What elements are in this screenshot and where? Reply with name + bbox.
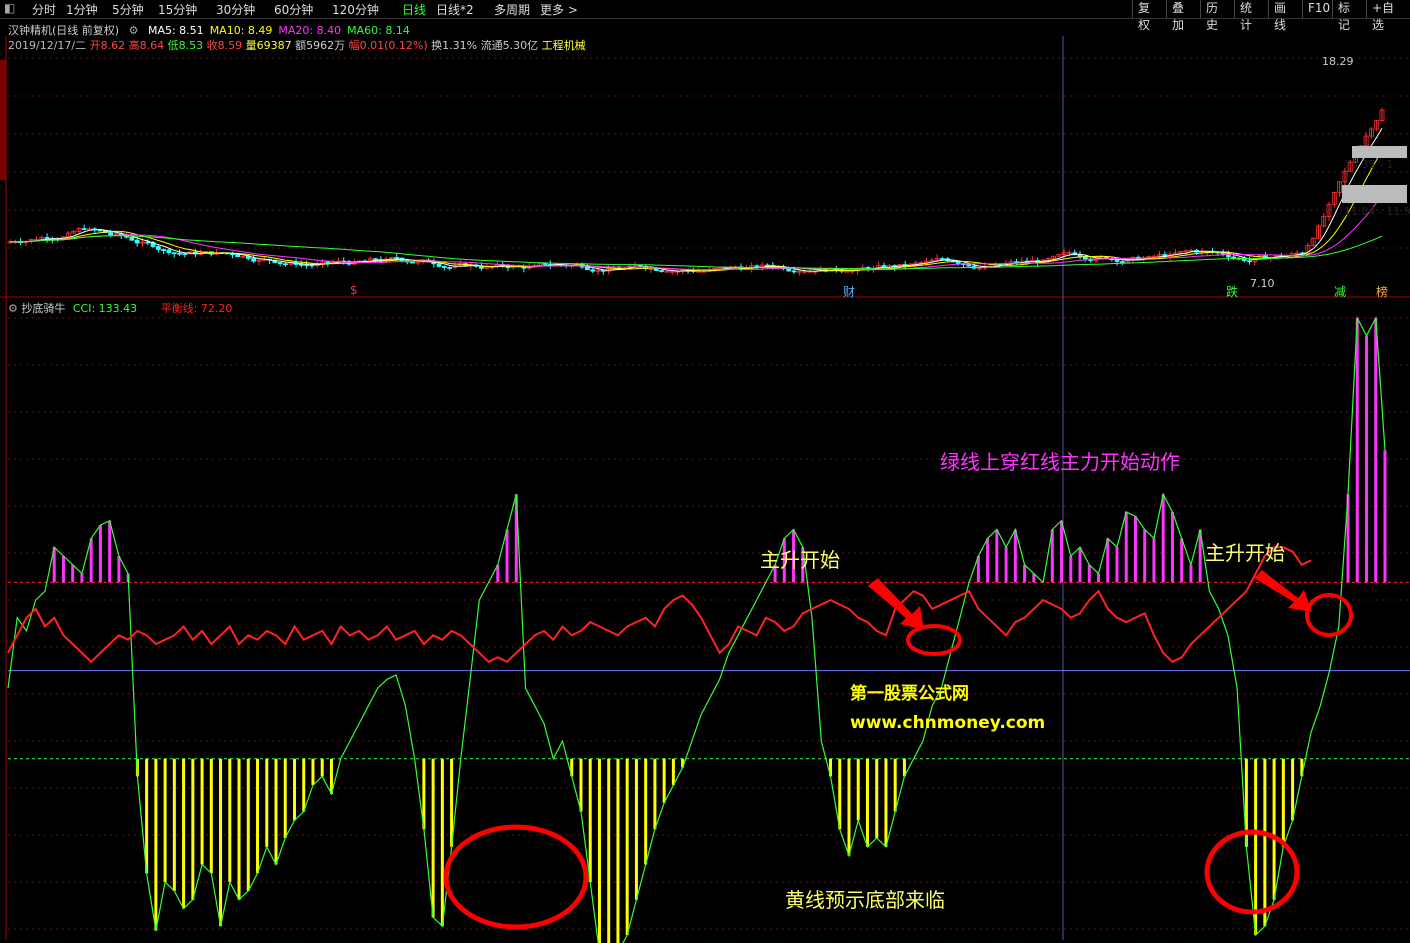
candle-body (166, 249, 172, 254)
candle-body (590, 269, 596, 272)
candle-body (653, 267, 659, 271)
price-low-label: 7.10 (1250, 277, 1275, 290)
event-marker[interactable]: 跌 (1226, 283, 1238, 300)
quote-amount: 额5962万 (295, 39, 346, 52)
annotation-arrow-1 (868, 578, 924, 630)
annotation-main-rise-1: 主升开始 (760, 548, 840, 572)
event-marker[interactable]: 榜 (1376, 283, 1388, 300)
annotation-circle-cross-2 (1305, 593, 1353, 637)
quote-high: 高8.64 (128, 39, 165, 52)
candle-body (659, 270, 664, 272)
event-marker[interactable]: $ (350, 283, 358, 297)
ma-line-20 (10, 195, 1383, 271)
quote-close: 收8.59 (206, 39, 243, 52)
candle-body (145, 241, 151, 244)
price-box-label-1: 13.35 - 1 (1344, 158, 1394, 171)
candle-body (844, 270, 850, 273)
ma-labels: MA5: 8.51 MA10: 8.49 MA20: 8.40 MA60: 8.14 (142, 24, 410, 37)
candle-body (309, 264, 315, 267)
ma-label: MA20: 8.40 (278, 24, 342, 37)
quote-volume: 量69387 (245, 39, 292, 52)
candle-body (1120, 261, 1125, 263)
quote-open: 开8.62 (89, 39, 126, 52)
settings-icon[interactable]: ⚙ (129, 24, 139, 37)
candle-body (394, 257, 400, 259)
event-marker[interactable]: 财 (843, 283, 855, 300)
indicator-header: ⚙ 抄底骑牛 CCI: 133.43 平衡线: 72.20 (8, 300, 232, 316)
candle-body (304, 264, 310, 267)
candle-body (1247, 260, 1252, 263)
price-high-label: 18.29 (1322, 55, 1354, 68)
candle-body (161, 249, 167, 251)
quote-line: 2019/12/17/二 开8.62 高8.64 低8.53 收8.59 量69… (8, 37, 586, 53)
annotation-main-rise-2: 主升开始 (1205, 541, 1285, 565)
event-marker[interactable]: 减 (1334, 283, 1346, 300)
chart-canvas (0, 36, 1410, 943)
annotation-green-cross-red: 绿线上穿红线主力开始动作 (940, 450, 1180, 474)
candle-body (81, 228, 87, 230)
annotation-yellow-bottom: 黄线预示底部来临 (785, 888, 945, 912)
candle-body (44, 237, 50, 239)
candle-body (298, 264, 304, 266)
candle-body (447, 267, 453, 269)
candle-body (441, 266, 447, 268)
candle-body (182, 253, 188, 255)
quote-change: 幅0.01(0.12%) (348, 39, 428, 52)
candle-body (171, 252, 177, 255)
watermark-cn: 第一股票公式网 (850, 684, 969, 704)
watermark-url: www.chnmoney.com (850, 713, 1046, 733)
stock-title: 汉钟精机(日线 前复权) (8, 24, 120, 37)
candle-body (966, 264, 972, 267)
candle-body (277, 262, 283, 265)
ma-line-5 (10, 128, 1383, 272)
indicator-name: 抄底骑牛 (21, 302, 66, 315)
quote-turnover: 换1.31% (431, 39, 478, 52)
candle-body (108, 232, 114, 236)
price-box-label-2: 11.04 - 11.9 (1344, 205, 1410, 218)
quote-industry: 工程机械 (541, 39, 586, 52)
candle-body (134, 239, 140, 244)
candle-body (251, 258, 257, 262)
price-box-1 (1352, 146, 1407, 158)
candle-body (1231, 256, 1237, 259)
candle-body (177, 252, 182, 255)
candle-body (791, 270, 797, 273)
candle-body (786, 268, 792, 272)
annotation-circle-cross-1 (906, 624, 962, 656)
cci-label: CCI: 133.43 (72, 302, 138, 315)
price-panel-header: 汉钟精机(日线 前复权) ⚙ MA5: 8.51 MA10: 8.49 MA20: … (8, 22, 410, 38)
annotation-arrow-2 (1254, 570, 1312, 612)
candle-body (235, 254, 241, 258)
candle-body (939, 258, 945, 261)
candle-body (155, 246, 161, 250)
ma-label: MA60: 8.14 (347, 24, 410, 37)
candle-body (325, 261, 331, 264)
candle-body (436, 263, 442, 267)
annotation-circle-bottom-1 (443, 824, 589, 930)
indicator-toggle-icon[interactable]: ⚙ (8, 302, 18, 315)
price-box-2 (1342, 185, 1407, 203)
ma-label: MA5: 8.51 (147, 24, 204, 37)
quote-date: 2019/12/17/二 (8, 39, 87, 52)
ma-label: MA10: 8.49 (209, 24, 273, 37)
candle-body (585, 266, 590, 271)
candle-body (1077, 254, 1083, 257)
quote-low: 低8.53 (167, 39, 204, 52)
quote-float: 流通5.30亿 (480, 39, 539, 52)
candle-body (373, 258, 378, 261)
balance-label: 平衡线: 72.20 (160, 302, 233, 315)
candle-body (664, 270, 670, 273)
candle-body (410, 261, 415, 264)
candle-body (955, 261, 961, 264)
candle-body (129, 236, 135, 241)
candle-body (283, 263, 288, 266)
